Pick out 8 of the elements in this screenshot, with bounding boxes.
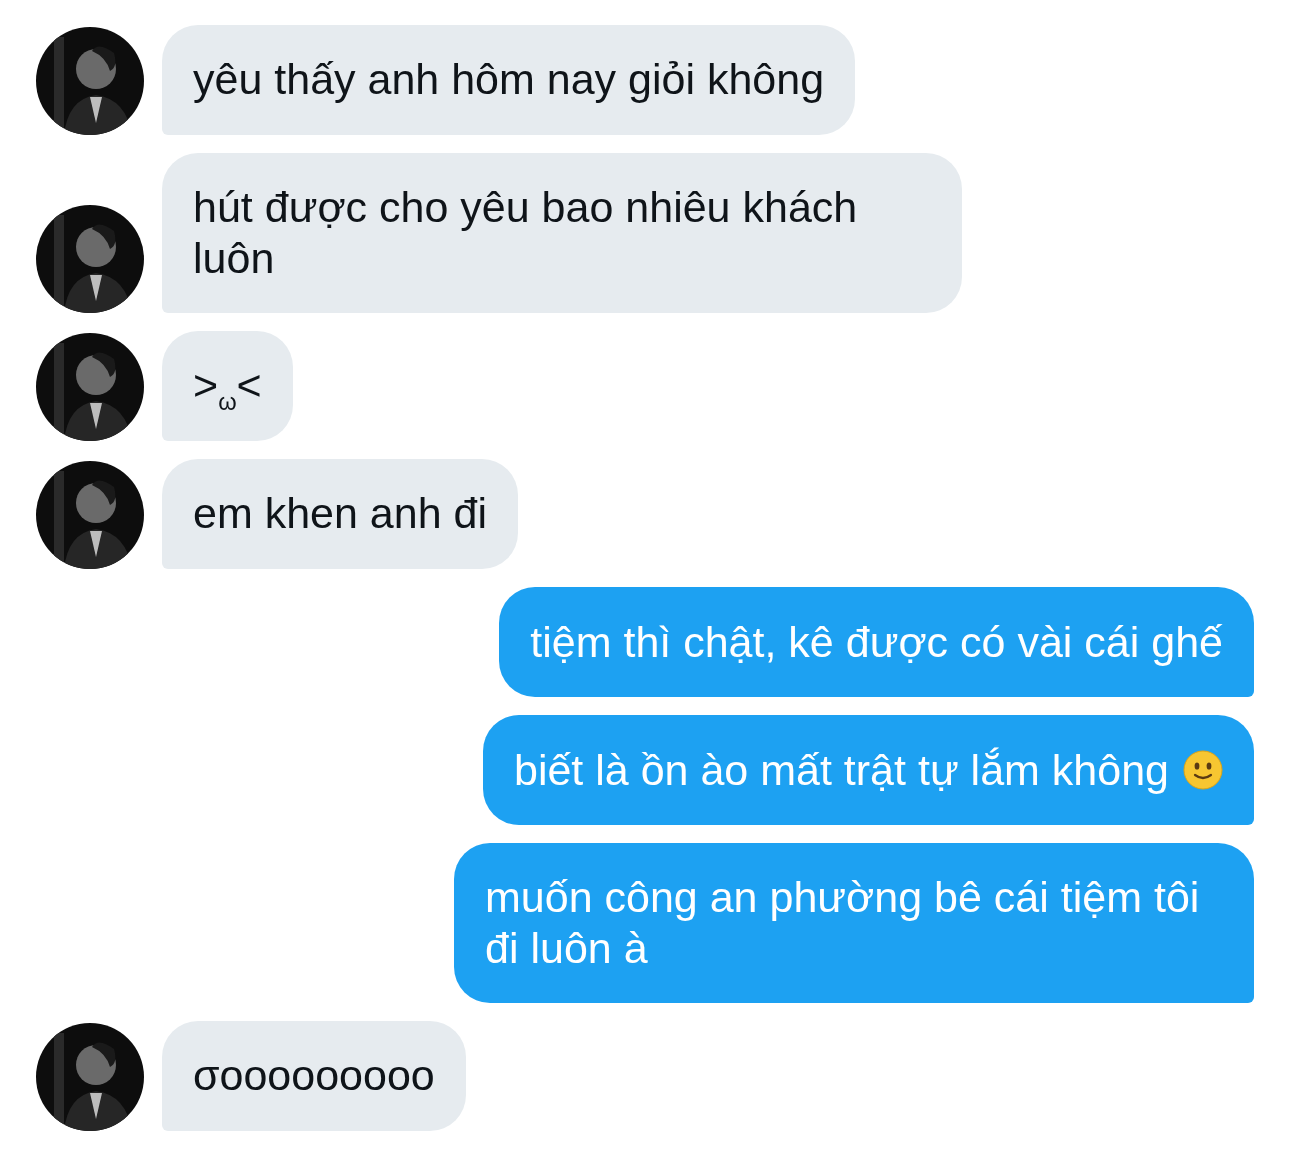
message-text: biết là ồn ào mất trật tự lắm không: [514, 744, 1169, 796]
message-bubble: σooooooooo: [162, 1021, 466, 1131]
message-bubble: >$_{ω}$<: [162, 331, 293, 441]
message-bubble: hút được cho yêu bao nhiêu khách luôn: [162, 153, 962, 313]
message-bubble: em khen anh đi: [162, 459, 519, 569]
message-text: tiệm thì chật, kê được có vài cái ghế: [530, 616, 1223, 668]
message-bubble: yêu thấy anh hôm nay giỏi không: [162, 25, 856, 135]
message-text: muốn công an phường bê cái tiệm tôi đi luôn à: [485, 872, 1201, 974]
